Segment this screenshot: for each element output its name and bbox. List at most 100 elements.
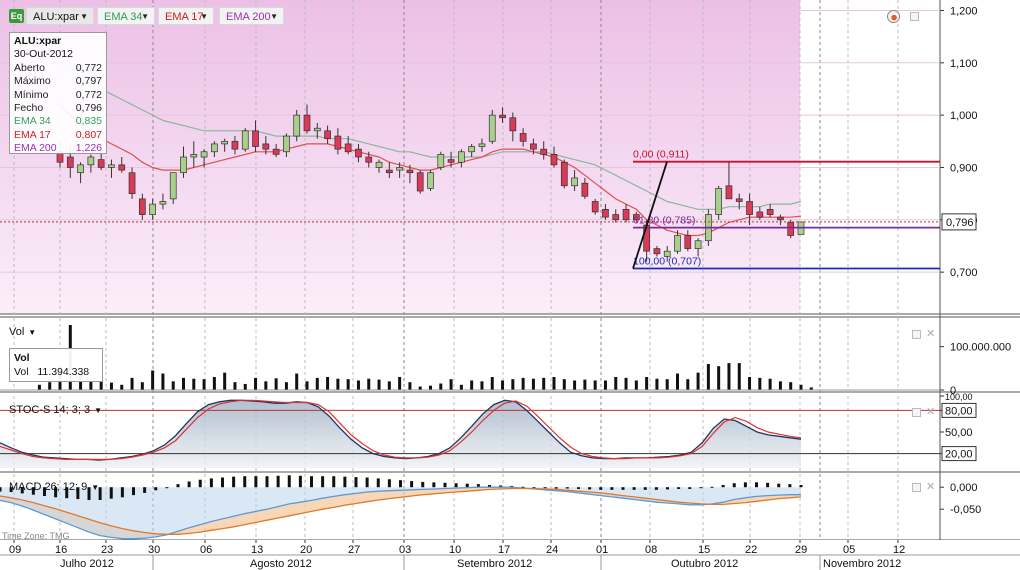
macd-histogram-bar [732,483,736,488]
maximize-icon[interactable] [912,483,921,492]
macd-histogram-bar [399,480,402,488]
macd-histogram-bar [788,484,792,488]
info-row: EMA 17 0,807 [14,129,102,142]
vol-panel-label[interactable]: Vol ▼ [9,326,36,338]
candle-body [643,224,650,252]
macd-histogram-bar [221,477,224,488]
candlestick [488,109,496,144]
candle-body [560,161,568,187]
chevron-down-icon: ▼ [200,12,208,21]
info-row: Fecho 0,796 [14,102,102,115]
candle-body [334,135,342,150]
volume-bar [202,379,206,390]
stoch-tick-label: 100,00 [945,392,973,402]
macd-histogram-bar [621,487,625,490]
fib-level-label: 61,80 (0,785) [633,215,695,227]
day-tick-label: 08 [645,544,657,556]
macd-histogram-bar [109,487,113,499]
volume-bar [449,379,453,390]
info-row-label: Aberto [14,61,45,74]
macd-histogram-bar [376,478,380,488]
candle-body [777,216,784,221]
candle-body [735,198,743,202]
symbol-chip[interactable]: ALU:xpar ▼ [26,7,94,25]
maximize-icon[interactable] [912,330,921,339]
volume-bar [130,377,134,390]
candle-body [509,117,517,132]
day-tick-label: 23 [101,544,113,556]
candle-body [602,208,609,218]
volume-bar [264,381,268,390]
macd-histogram-bar [198,479,202,488]
candle-body [581,182,589,197]
candle-body [499,114,506,119]
macd-histogram-bar [599,487,603,490]
candle-body [519,133,527,142]
ema34-chip-label: EMA 34 [104,11,143,23]
stoch-panel-label[interactable]: STOC-S 14; 3; 3 ▼ [9,404,102,416]
volume-bar [686,379,690,390]
ema200-chip[interactable]: EMA 200 ▼ [219,7,284,25]
candle-body [756,211,764,218]
vol-box-title: Vol [14,352,30,364]
ema17-chip-label: EMA 17 [165,11,204,23]
macd-histogram-bar [232,476,236,488]
volume-bar [676,373,679,390]
macd-histogram-bar [632,487,636,490]
close-icon[interactable]: ✕ [926,329,935,340]
day-tick-label: 24 [546,544,558,556]
candlestick [560,159,568,189]
ema17-chip[interactable]: EMA 17 ▼ [158,7,214,25]
day-tick-label: 01 [596,544,608,556]
volume-bar [470,380,474,390]
volume-bar [603,380,607,390]
macd-histogram-bar [755,482,758,488]
info-row-value: 0,835 [75,115,102,128]
day-tick-label: 20 [300,544,312,556]
maximize-icon[interactable] [910,12,919,21]
macd-histogram-bar [454,483,458,488]
candle-body [416,172,424,192]
volume-bar [346,379,350,390]
volume-bar [233,382,237,390]
macd-histogram-bar [287,475,291,488]
maximize-icon[interactable] [912,408,921,417]
close-icon[interactable]: ✕ [926,482,935,493]
vol-tick-label: 100.000.000 [950,342,1011,354]
macd-histogram-bar [543,487,547,489]
macd-histogram-bar [365,477,369,488]
month-label: Novembro 2012 [823,558,901,570]
close-icon[interactable]: ✕ [926,407,935,418]
macd-histogram-bar [666,487,669,490]
macd-histogram-bar [743,482,747,488]
volume-bar [305,381,309,390]
candle-body [684,235,692,249]
chart-canvas[interactable]: 0,00 (0,911)61,80 (0,785)100,00 (0,707) … [0,0,1020,570]
day-tick-label: 22 [745,544,757,556]
macd-histogram-bar [143,487,147,493]
month-label: Agosto 2012 [250,558,312,570]
volume-bar [37,384,41,390]
macd-histogram-bar [187,481,191,488]
candlestick [787,219,795,239]
vol-label-text: Vol [9,326,25,338]
candle-body [87,156,95,166]
macd-panel-label[interactable]: MACD 26; 12; 9 ▼ [9,481,99,493]
ema34-chip[interactable]: EMA 34 ▼ [97,7,155,25]
candle-body [530,143,537,150]
volume-bar [624,377,628,390]
price-tick-label: 1,200 [950,5,978,17]
volume-bar [778,381,782,390]
fib-level-label: 0,00 (0,911) [633,149,689,161]
candlestick [241,128,249,152]
volume-bar [573,380,577,390]
candle-body [293,114,301,137]
clock-icon[interactable] [887,10,900,23]
day-tick-label: 05 [843,544,855,556]
volume-bar [377,379,381,390]
volume-bar [727,363,731,390]
volume-bar [387,381,391,390]
macd-histogram-bar [777,483,781,488]
macd-histogram-bar [120,487,124,498]
info-row-value: 0,772 [75,88,102,101]
